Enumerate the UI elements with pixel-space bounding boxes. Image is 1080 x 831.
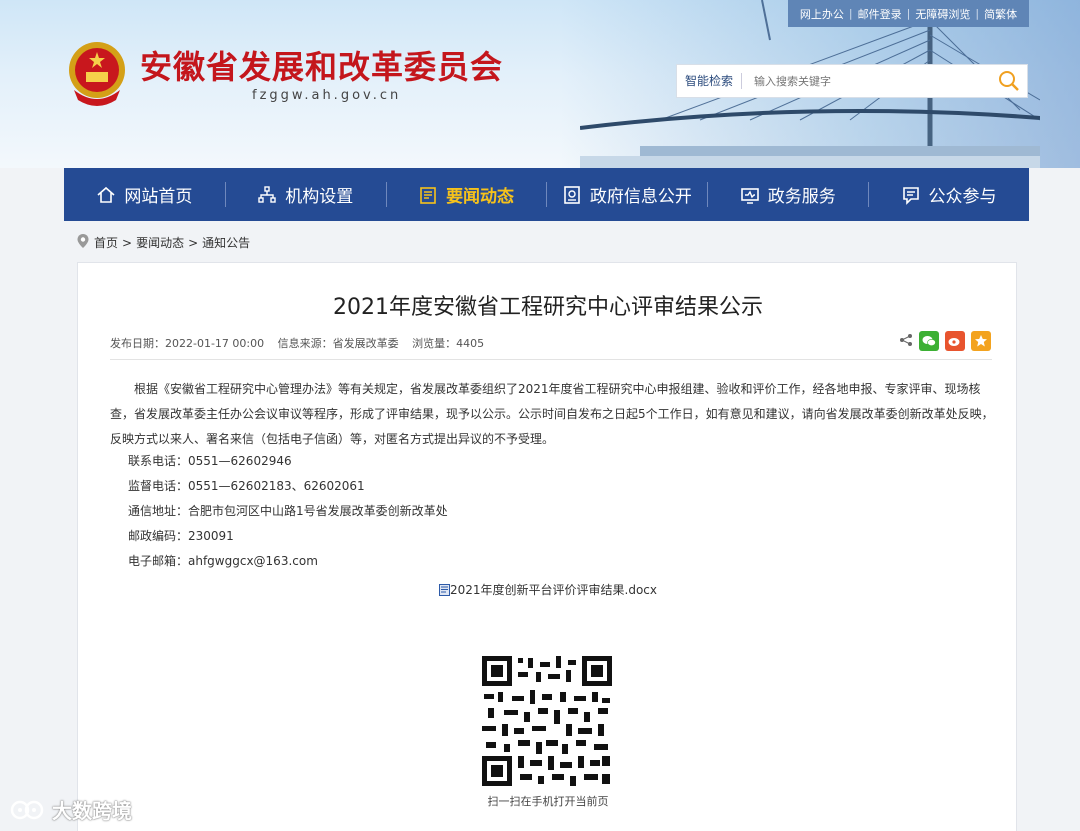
smart-search-label[interactable]: 智能检索 [677,73,743,89]
participate-icon [901,185,921,205]
qr-caption: 扫一扫在手机打开当前页 [487,795,609,808]
weibo-share-icon[interactable] [945,331,965,351]
article-meta: 发布日期：2022-01-17 00:00 信息来源：省发展改革委 浏览量：44… [110,335,494,351]
nav-item-home[interactable]: 网站首页 [64,168,225,221]
top-link-email-login[interactable]: 邮件登录 [853,6,907,22]
nav-item-news[interactable]: 要闻动态 [385,168,547,221]
news-icon [418,185,438,205]
document-icon [438,584,450,596]
service-icon [740,185,760,205]
site-domain: fzggw.ah.gov.cn [252,88,402,103]
org-icon [257,185,277,205]
search-button[interactable] [991,65,1027,97]
watermark-logo-icon [10,800,44,819]
site-header: 安徽省发展和改革委员会 fzggw.ah.gov.cn 网上办公 | 邮件登录 … [0,0,1080,168]
wechat-share-icon[interactable] [919,331,939,351]
nav-item-gov-service[interactable]: 政务服务 [707,168,868,221]
article-card: 2021年度安徽省工程研究中心评审结果公示 发布日期：2022-01-17 00… [77,262,1017,831]
qr-code-image [482,656,612,786]
site-title: 安徽省发展和改革委员会 [140,48,504,86]
postal-code: 邮政编码：230091 [128,529,234,543]
mailing-address: 通信地址：合肥市包河区中山路1号省发展改革委创新改革处 [128,504,448,518]
breadcrumb-separator: > [188,235,199,250]
breadcrumb-notices[interactable]: 通知公告 [202,234,250,251]
favorite-star-icon[interactable] [971,331,991,351]
attachment-filename: 2021年度创新平台评价评审结果.docx [449,583,657,597]
info-icon [562,185,582,205]
watermark-text: 大数跨境 [52,799,132,823]
search-input[interactable] [742,74,991,88]
view-count: 浏览量：4405 [412,337,485,350]
attachment-link[interactable]: 2021年度创新平台评价评审结果.docx [78,581,1018,598]
contact-phone: 联系电话：0551—62602946 [128,454,292,468]
nav-item-label: 机构设置 [285,187,354,207]
top-links-bar: 网上办公 | 邮件登录 | 无障碍浏览 | 简繁体 [788,0,1029,27]
nav-item-public-participation[interactable]: 公众参与 [868,168,1029,221]
nav-item-label: 政务服务 [767,187,836,207]
breadcrumb: 首页 > 要闻动态 > 通知公告 [76,233,254,252]
breadcrumb-home[interactable]: 首页 [94,234,118,251]
home-icon [96,185,116,205]
supervision-phone: 监督电话：0551—62602183、62602061 [128,479,365,493]
nav-item-label: 要闻动态 [446,187,515,207]
breadcrumb-separator: > [122,235,133,250]
info-source: 信息来源：省发展改革委 [277,337,399,350]
main-nav: 网站首页 机构设置 要闻动态 政府信息公开 政务服务 公众参与 [64,168,1029,221]
nav-item-label: 网站首页 [124,187,193,207]
top-link-traditional-chinese[interactable]: 简繁体 [979,6,1022,22]
breadcrumb-news[interactable]: 要闻动态 [136,234,184,251]
national-emblem-logo [69,42,125,106]
article-title: 2021年度安徽省工程研究中心评审结果公示 [333,295,763,320]
location-pin-icon [76,233,90,252]
search-icon [999,71,1019,91]
share-icon[interactable] [899,332,913,351]
nav-item-gov-info[interactable]: 政府信息公开 [546,168,707,221]
article-body: 根据《安徽省工程研究中心管理办法》等有关规定，省发展改革委组织了2021年度省工… [110,382,994,446]
nav-item-label: 政府信息公开 [589,187,692,207]
publish-date: 发布日期：2022-01-17 00:00 [110,337,265,350]
nav-item-label: 公众参与 [928,187,997,207]
top-link-accessibility[interactable]: 无障碍浏览 [910,6,975,22]
top-link-online-office[interactable]: 网上办公 [795,6,849,22]
divider [110,359,992,360]
share-bar [899,331,991,351]
nav-item-organization[interactable]: 机构设置 [224,168,386,221]
watermark: 大数跨境 [8,795,132,824]
contact-email: 电子邮箱：ahfgwggcx@163.com [128,554,318,568]
search-box: 智能检索 [676,64,1028,98]
